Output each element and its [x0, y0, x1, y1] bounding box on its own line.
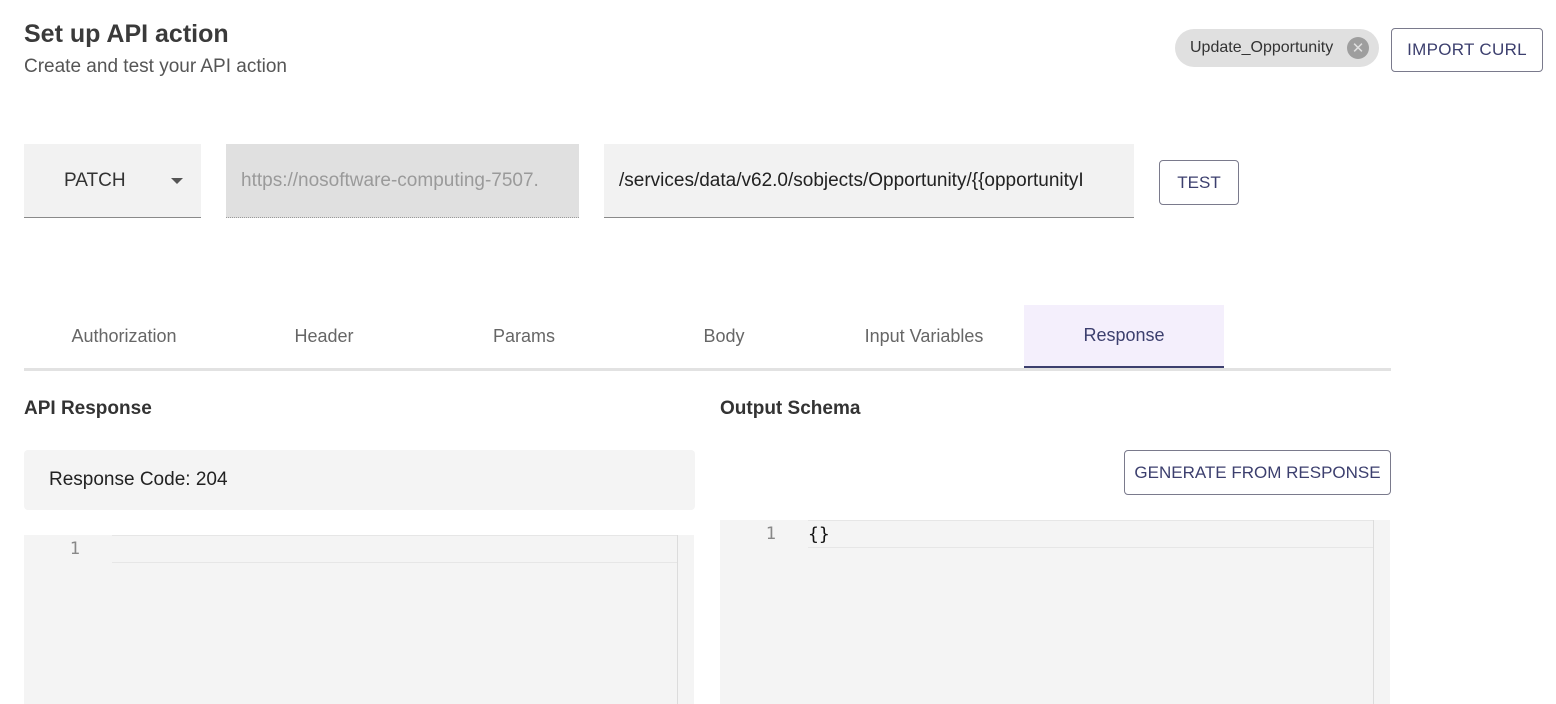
method-select-value: PATCH	[64, 169, 126, 191]
test-button[interactable]: TEST	[1159, 160, 1239, 205]
response-code-panel: Response Code: 204	[24, 450, 695, 510]
tab-params[interactable]: Params	[424, 305, 624, 368]
code-line: {}	[808, 520, 1374, 548]
code-line	[112, 535, 678, 563]
tab-response[interactable]: Response	[1024, 305, 1224, 368]
editor-scrollbar[interactable]	[677, 535, 694, 704]
base-url-field: https://nosoftware-computing-7507.	[226, 144, 579, 218]
generate-from-response-button[interactable]: GENERATE FROM RESPONSE	[1124, 450, 1391, 495]
chevron-down-icon	[171, 178, 183, 184]
tab-input-variables[interactable]: Input Variables	[824, 305, 1024, 368]
tab-header[interactable]: Header	[224, 305, 424, 368]
tab-authorization[interactable]: Authorization	[24, 305, 224, 368]
editor-scrollbar[interactable]	[1373, 520, 1390, 704]
output-schema-heading: Output Schema	[720, 398, 861, 419]
api-response-editor[interactable]: 1	[24, 535, 694, 704]
tab-bar: Authorization Header Params Body Input V…	[24, 305, 1391, 371]
line-number: 1	[69, 539, 80, 559]
close-icon[interactable]: ✕	[1347, 37, 1369, 59]
page-title: Set up API action	[24, 20, 229, 48]
line-number: 1	[765, 524, 776, 544]
editor-line: 1 {}	[720, 520, 1374, 548]
api-response-heading: API Response	[24, 398, 152, 419]
api-action-setup-page: Set up API action Create and test your A…	[0, 0, 1556, 704]
editor-line: 1	[24, 535, 678, 563]
import-curl-button[interactable]: IMPORT CURL	[1391, 28, 1543, 72]
method-select[interactable]: PATCH	[24, 144, 201, 218]
action-name-chip-label: Update_Opportunity	[1190, 39, 1334, 56]
path-input[interactable]: /services/data/v62.0/sobjects/Opportunit…	[604, 144, 1134, 218]
output-schema-editor[interactable]: 1 {}	[720, 520, 1390, 704]
page-subtitle: Create and test your API action	[24, 56, 287, 77]
response-code-text: Response Code: 204	[49, 469, 228, 490]
tab-body[interactable]: Body	[624, 305, 824, 368]
action-name-chip: Update_Opportunity ✕	[1175, 29, 1379, 67]
